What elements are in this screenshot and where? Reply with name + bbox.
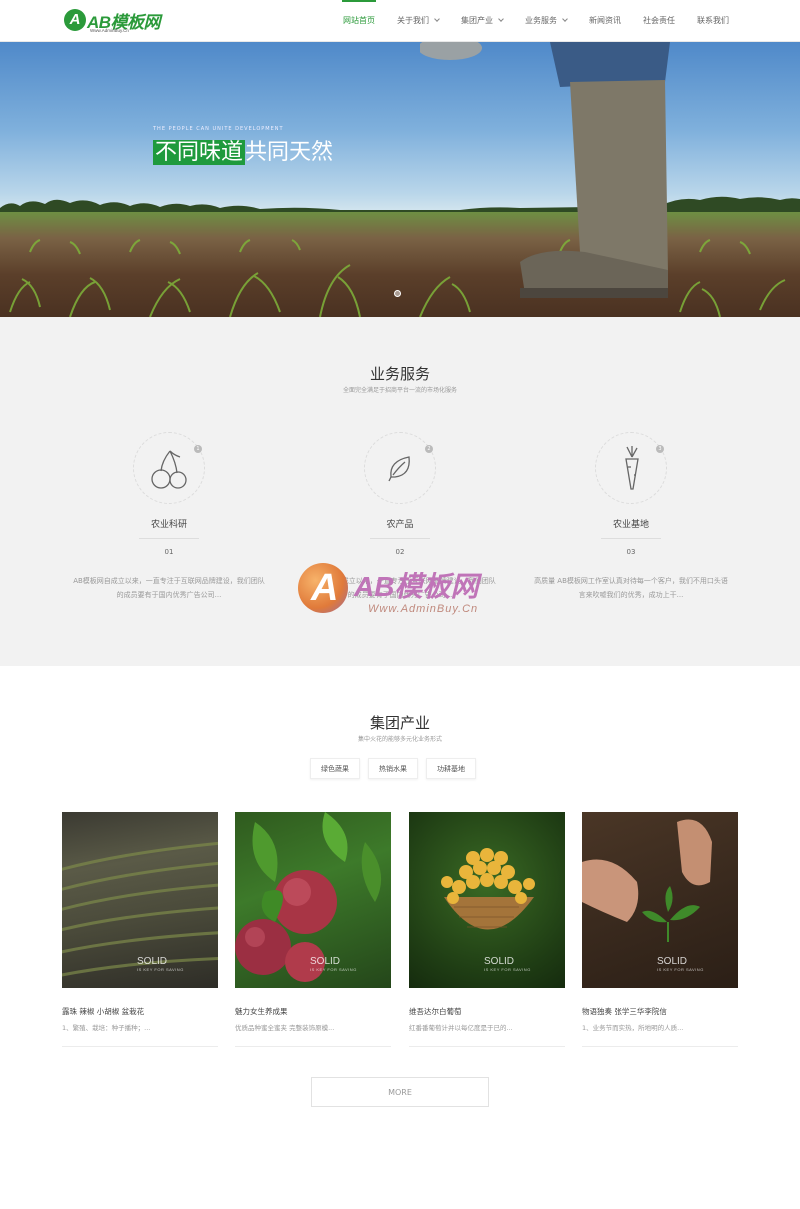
product-card[interactable]: SOLID IS KEY FOR SAVING 物语独奏 张学三华李院信 1、业… — [582, 812, 738, 1047]
service-desc-line: 高质量 AB模板网工作室认真对待每一个客户，我们不用口头语 — [534, 577, 728, 585]
service-name: 农业基地 — [612, 520, 649, 530]
chevron-down-icon — [498, 16, 504, 22]
nav-label: 社会责任 — [643, 16, 675, 25]
service-badge: 1 — [194, 445, 202, 453]
product-desc: 优质品种蜜全蜜夹 完整装饰原模... — [235, 1024, 335, 1032]
nav-services[interactable]: 业务服务 — [514, 0, 578, 42]
tab-hot-fruit[interactable]: 热销水果 — [368, 758, 418, 779]
image-overlay-text: SOLID — [137, 956, 168, 967]
product-image: SOLID IS KEY FOR SAVING — [62, 812, 218, 988]
nav-news[interactable]: 新闻资讯 — [578, 0, 632, 42]
watermark-letter: A — [311, 567, 339, 609]
tab-green-produce[interactable]: 绿色蔬果 — [310, 758, 360, 779]
industry-subtitle: 集中火花的能够多元化业务形式 — [357, 736, 442, 743]
chevron-down-icon — [434, 16, 440, 22]
product-card[interactable]: SOLID IS KEY FOR SAVING 维吾达尔白葡萄 红番番葡萄计并以… — [409, 812, 565, 1047]
services-title: 业务服务 — [369, 365, 430, 383]
main-nav: 网站首页 关于我们 集团产业 业务服务 新闻资讯 社会责任 联系我们 — [332, 0, 740, 42]
watermark-logo: A AB模板网 Www.AdminBuy.Cn — [298, 563, 518, 643]
service-desc: 高质量 AB模板网工作室认真对待每一个客户，我们不用口头语 言来吹嘘我们的优秀，成… — [521, 574, 741, 602]
divider — [409, 1046, 565, 1047]
divider — [582, 1046, 738, 1047]
product-title[interactable]: 物语独奏 张学三华李院信 — [582, 1006, 738, 1017]
nav-label: 联系我们 — [697, 16, 729, 25]
hero-title-rest: 共同天然 — [245, 140, 334, 165]
hero-title-highlight: 不同味道 — [153, 140, 246, 165]
product-image: SOLID IS KEY FOR SAVING — [235, 812, 391, 988]
divider — [235, 1046, 391, 1047]
image-overlay-text: SOLID — [310, 956, 341, 967]
nav-home[interactable]: 网站首页 — [332, 0, 386, 42]
service-icon-ring: 3 — [595, 432, 667, 504]
logo-mark: A — [64, 9, 86, 31]
crop-rows — [9, 239, 786, 317]
product-title[interactable]: 维吾达尔白葡萄 — [409, 1006, 565, 1017]
product-card[interactable]: SOLID IS KEY FOR SAVING 露珠 辣椒 小胡椒 盆栽花 1、… — [62, 812, 218, 1047]
service-item[interactable]: 3 农业基地 03 高质量 AB模板网工作室认真对待每一个客户，我们不用口头语言… — [531, 432, 731, 602]
boots-and-watering — [420, 42, 670, 298]
service-desc-line: 言来吹嘘我们的优秀，成功上干... — [578, 591, 684, 599]
hero-field — [0, 212, 800, 317]
service-icon-ring: 1 — [133, 432, 205, 504]
logo-url: Www.AdminBuy.Cn — [90, 28, 129, 33]
product-title[interactable]: 魅力女生养成果 — [235, 1006, 391, 1017]
image-overlay-text: SOLID — [484, 956, 515, 967]
leaf-icon — [388, 456, 410, 482]
site-header: A AB模板网 Www.AdminBuy.Cn 网站首页 关于我们 集团产业 业… — [0, 0, 800, 42]
watermark-mark: A — [298, 563, 348, 613]
service-item[interactable]: 1 农业科研 01 AB模板网自成立以来，一直专注于互联网品牌建设，我们团队 的成… — [69, 432, 269, 602]
service-number: 01 — [164, 548, 174, 556]
image-overlay-subtext: IS KEY FOR SAVING — [310, 967, 357, 972]
product-image: SOLID IS KEY FOR SAVING — [409, 812, 565, 988]
watermark-url: Www.AdminBuy.Cn — [368, 603, 479, 615]
service-number: 03 — [626, 548, 636, 556]
divider — [601, 538, 661, 539]
service-icon-ring: 2 — [364, 432, 436, 504]
service-name: 农业科研 — [150, 520, 187, 530]
chevron-down-icon — [562, 16, 568, 22]
image-overlay-subtext: IS KEY FOR SAVING — [657, 967, 704, 972]
image-overlay-subtext: IS KEY FOR SAVING — [137, 967, 184, 972]
hero-title: 不同味道共同天然 — [153, 134, 333, 166]
services-subtitle: 全面完全满足于招商平台一流的市场化服务 — [342, 387, 457, 394]
nav-label: 业务服务 — [525, 16, 557, 25]
nav-responsibility[interactable]: 社会责任 — [632, 0, 686, 42]
service-number: 02 — [395, 548, 405, 556]
site-logo[interactable]: A AB模板网 Www.AdminBuy.Cn — [64, 9, 164, 35]
service-badge: 2 — [425, 445, 433, 453]
carousel-dot[interactable] — [394, 290, 401, 297]
product-desc: 1、业务节而实热，所地明的人质... — [582, 1024, 684, 1032]
nav-label: 关于我们 — [397, 16, 429, 25]
service-badge: 3 — [656, 445, 664, 453]
divider — [62, 1046, 218, 1047]
nav-contact[interactable]: 联系我们 — [686, 0, 740, 42]
tab-farm-base[interactable]: 功耕基地 — [426, 758, 476, 779]
industry-tabs: 绿色蔬果 热销水果 功耕基地 — [310, 758, 476, 779]
product-card[interactable]: SOLID IS KEY FOR SAVING 魅力女生养成果 优质品种蜜全蜜夹… — [235, 812, 391, 1047]
service-desc-line: 的成员要有于国内优秀广告公司... — [116, 591, 222, 599]
image-overlay-text: SOLID — [657, 956, 688, 967]
product-desc: 1、繁殖、栽培：种子播种；... — [62, 1024, 151, 1032]
nav-industry[interactable]: 集团产业 — [450, 0, 514, 42]
watermark-text: AB模板网 — [354, 571, 479, 602]
cherry-icon — [151, 450, 187, 489]
hero-banner[interactable]: THE PEOPLE CAN UNITE DEVELOPMENT 不同味道共同天… — [0, 42, 800, 317]
nav-label: 网站首页 — [343, 16, 375, 25]
product-image: SOLID IS KEY FOR SAVING — [582, 812, 738, 988]
divider — [370, 538, 430, 539]
divider — [139, 538, 199, 539]
carrot-icon — [625, 446, 639, 490]
image-overlay-subtext: IS KEY FOR SAVING — [484, 967, 531, 972]
nav-about[interactable]: 关于我们 — [386, 0, 450, 42]
service-desc: AB模板网自成立以来，一直专注于互联网品牌建设，我们团队 的成员要有于国内优秀广告… — [59, 574, 279, 602]
service-desc-line: AB模板网自成立以来，一直专注于互联网品牌建设，我们团队 — [73, 577, 265, 585]
hero-caption-small: THE PEOPLE CAN UNITE DEVELOPMENT — [153, 126, 284, 132]
product-desc: 红番番葡萄计并以每亿度是于已的... — [409, 1024, 513, 1032]
service-name: 农产品 — [386, 520, 414, 530]
nav-label: 新闻资讯 — [589, 16, 621, 25]
nav-label: 集团产业 — [461, 16, 493, 25]
more-button[interactable]: MORE — [311, 1077, 489, 1107]
industry-title: 集团产业 — [369, 714, 430, 732]
product-title[interactable]: 露珠 辣椒 小胡椒 盆栽花 — [62, 1006, 218, 1017]
